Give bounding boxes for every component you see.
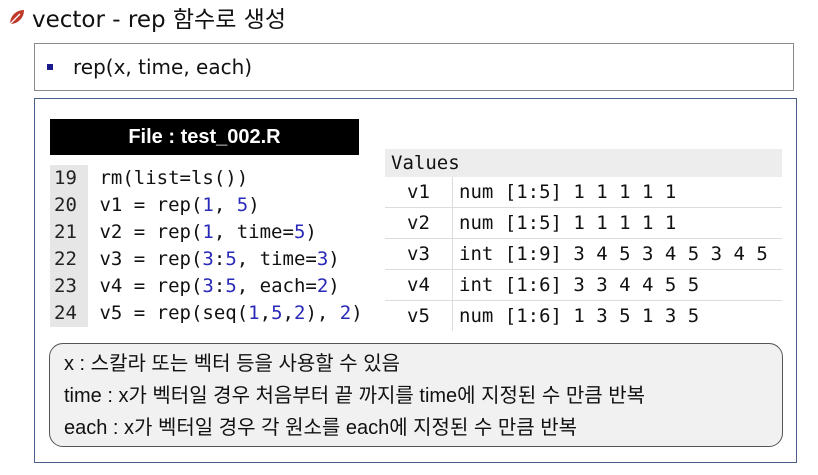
code-line: 23 v4 = rep(3:5, each=2) xyxy=(50,273,360,300)
variable-name: v5 xyxy=(385,301,453,331)
variable-name: v2 xyxy=(385,208,453,238)
code-line: 19 rm(list=ls()) xyxy=(50,165,360,192)
line-number: 23 xyxy=(50,273,88,300)
code-token: ) xyxy=(248,194,260,216)
code-number-literal: 3 xyxy=(202,275,214,297)
code-number-literal: 2 xyxy=(316,275,329,297)
code-token: , time= xyxy=(213,221,294,243)
bullet-box: rep(x, time, each) xyxy=(34,43,794,91)
bullet-square-icon xyxy=(47,64,53,70)
code-text: rm(list=ls()) xyxy=(88,167,248,189)
code-token: : xyxy=(213,275,226,297)
page-title: vector - rep 함수로 생성 xyxy=(32,7,286,33)
values-row[interactable]: v4 int [1:6] 3 3 4 4 5 5 xyxy=(385,270,782,301)
variable-value: num [1:6] 1 3 5 1 3 5 xyxy=(459,305,700,327)
leaf-icon xyxy=(6,6,28,28)
code-token: ), xyxy=(305,302,340,324)
code-token: , time= xyxy=(236,248,317,270)
code-text: v1 = rep(1, 5) xyxy=(88,194,260,216)
code-number-literal: 5 xyxy=(225,248,237,270)
code-text: v3 = rep(3:5, time=3) xyxy=(88,248,340,270)
variable-name: v1 xyxy=(385,177,453,207)
values-header: Values xyxy=(385,149,782,177)
code-line: 20 v1 = rep(1, 5) xyxy=(50,192,360,219)
line-number: 22 xyxy=(50,246,88,273)
note-line: x : 스칼라 또는 벡터 등을 사용할 수 있음 xyxy=(64,353,401,375)
content-box: File : test_002.R 19 rm(list=ls()) 20 v1 … xyxy=(34,98,797,463)
code-number-literal: 3 xyxy=(202,248,214,270)
code-token: v1 = rep( xyxy=(99,194,203,216)
code-line: 21 v2 = rep(1, time=5) xyxy=(50,219,360,246)
code-number-literal: 1 xyxy=(248,302,260,324)
note-line: time : x가 벡터일 경우 처음부터 끝 까지를 time에 지정된 수 … xyxy=(64,385,646,407)
file-title: File : test_002.R xyxy=(50,119,359,155)
code-line: 22 v3 = rep(3:5, time=3) xyxy=(50,246,360,273)
variable-value: int [1:6] 3 3 4 4 5 5 xyxy=(459,274,700,296)
code-token: rm(list=ls()) xyxy=(99,167,249,189)
code-token: v3 = rep( xyxy=(99,248,203,270)
code-text: v4 = rep(3:5, each=2) xyxy=(88,275,340,297)
line-number: 20 xyxy=(50,192,88,219)
code-number-literal: 1 xyxy=(202,194,214,216)
variable-value: num [1:5] 1 1 1 1 1 xyxy=(459,212,677,234)
code-token: v2 = rep( xyxy=(99,221,203,243)
line-number: 21 xyxy=(50,219,88,246)
code-number-literal: 1 xyxy=(202,221,214,243)
code-panel: 19 rm(list=ls()) 20 v1 = rep(1, 5) 21 v2 =… xyxy=(50,165,363,331)
code-token: : xyxy=(213,248,226,270)
code-token: ) xyxy=(328,248,340,270)
line-number: 24 xyxy=(50,300,88,327)
code-token: , each= xyxy=(236,275,317,297)
code-text: v5 = rep(seq(1,5,2), 2) xyxy=(88,302,363,324)
values-row[interactable]: v2 num [1:5] 1 1 1 1 1 xyxy=(385,208,782,239)
code-token: v4 = rep( xyxy=(99,275,203,297)
variable-value: num [1:5] 1 1 1 1 1 xyxy=(459,181,677,203)
code-token: , xyxy=(259,302,272,324)
variable-name: v3 xyxy=(385,239,453,269)
code-number-literal: 2 xyxy=(339,302,352,324)
code-token: ) xyxy=(305,221,317,243)
note-line: each : x가 벡터일 경우 각 원소를 each에 지정된 수 만큼 반복 xyxy=(64,417,578,439)
code-token: ) xyxy=(351,302,363,324)
values-row[interactable]: v3 int [1:9] 3 4 5 3 4 5 3 4 5 xyxy=(385,239,782,270)
code-number-literal: 5 xyxy=(236,194,249,216)
line-number: 19 xyxy=(50,165,88,192)
code-number-literal: 5 xyxy=(225,275,237,297)
code-token: v5 = rep(seq( xyxy=(99,302,249,324)
code-token: , xyxy=(282,302,294,324)
variable-name: v4 xyxy=(385,270,453,300)
code-token: , xyxy=(213,194,237,216)
variable-value: int [1:9] 3 4 5 3 4 5 3 4 5 xyxy=(459,243,768,265)
code-token: ) xyxy=(328,275,340,297)
values-panel: Values v1 num [1:5] 1 1 1 1 1 v2 num [1:5] … xyxy=(385,149,782,331)
code-line: 24 v5 = rep(seq(1,5,2), 2) xyxy=(50,300,363,327)
header: vector - rep 함수로 생성 xyxy=(6,0,286,34)
values-row[interactable]: v5 num [1:6] 1 3 5 1 3 5 xyxy=(385,301,782,331)
code-number-literal: 2 xyxy=(293,302,306,324)
code-number-literal: 5 xyxy=(293,221,306,243)
code-number-literal: 3 xyxy=(316,248,329,270)
note-box: x : 스칼라 또는 벡터 등을 사용할 수 있음 time : x가 벡터일 경… xyxy=(49,343,783,447)
bullet-text: rep(x, time, each) xyxy=(73,55,253,79)
code-number-literal: 5 xyxy=(271,302,283,324)
values-row[interactable]: v1 num [1:5] 1 1 1 1 1 xyxy=(385,177,782,208)
code-text: v2 = rep(1, time=5) xyxy=(88,221,317,243)
